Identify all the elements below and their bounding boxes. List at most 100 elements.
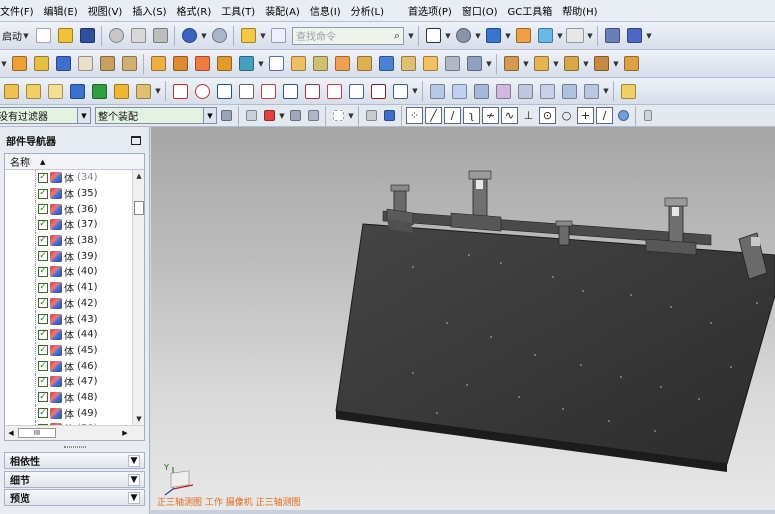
- chevron-down-icon[interactable]: ▼: [128, 491, 140, 504]
- menu-format[interactable]: 格式(R): [172, 3, 217, 18]
- visibility-checkbox[interactable]: ✓: [38, 298, 48, 309]
- chevron-down-icon[interactable]: ▼: [259, 26, 267, 46]
- offset-curve-icon[interactable]: [258, 81, 278, 101]
- chevron-down-icon[interactable]: ▼: [128, 473, 140, 486]
- snap-wave-icon[interactable]: ∿: [501, 107, 518, 124]
- navigator-tree[interactable]: 名称 ▲ ✓ 体 (34) ✓ 体 (35) ✓ 体 (36) ✓ 体 (37) ✓ 体 (38) ✓ 体 (39…: [4, 153, 145, 441]
- menu-preferences[interactable]: 首选项(P): [403, 3, 457, 18]
- snap-curve-icon[interactable]: ʅ: [463, 107, 480, 124]
- snap-line-icon[interactable]: ╱: [425, 107, 442, 124]
- extrude-icon[interactable]: [9, 54, 29, 74]
- chevron-down-icon[interactable]: ▼: [444, 26, 452, 46]
- ruled-icon[interactable]: [471, 81, 491, 101]
- arc-icon[interactable]: [192, 81, 212, 101]
- visibility-checkbox[interactable]: ✓: [38, 329, 48, 340]
- split-body-icon[interactable]: [442, 54, 462, 74]
- intersection-curve-icon[interactable]: [302, 81, 322, 101]
- snap-intersection-icon[interactable]: ≁: [482, 107, 499, 124]
- move-component-icon[interactable]: [111, 81, 131, 101]
- scroll-left-icon[interactable]: ◀: [5, 426, 17, 440]
- visibility-checkbox[interactable]: ✓: [38, 235, 48, 246]
- chevron-down-icon[interactable]: ▼: [77, 108, 90, 123]
- sketch-icon[interactable]: [1, 81, 21, 101]
- feature-intent-icon[interactable]: [243, 106, 259, 126]
- unite-icon[interactable]: [214, 54, 234, 74]
- tree-row[interactable]: ✓ 体 (42): [5, 295, 133, 312]
- shell-icon[interactable]: [310, 54, 330, 74]
- visibility-checkbox[interactable]: ✓: [38, 219, 48, 230]
- visibility-checkbox[interactable]: ✓: [38, 172, 48, 183]
- visibility-checkbox[interactable]: ✓: [38, 251, 48, 262]
- info-window-icon[interactable]: [268, 26, 288, 46]
- color-filter-icon[interactable]: [261, 106, 277, 126]
- background-color-icon[interactable]: [565, 26, 585, 46]
- clamp-2[interactable]: [450, 170, 502, 232]
- snap-tangent-icon[interactable]: ∕: [444, 107, 461, 124]
- tree-row[interactable]: ✓ 体 (40): [5, 264, 133, 280]
- copy-icon[interactable]: [128, 26, 148, 46]
- tree-row[interactable]: ✓ 体 (34): [5, 170, 133, 186]
- visibility-checkbox[interactable]: ✓: [38, 314, 48, 325]
- panel-splitter[interactable]: [4, 444, 145, 450]
- tree-row[interactable]: ✓ 体 (43): [5, 311, 133, 327]
- visibility-checkbox[interactable]: ✓: [38, 266, 48, 277]
- face-blend-icon[interactable]: [537, 81, 557, 101]
- chevron-down-icon[interactable]: ▼: [128, 454, 140, 467]
- visibility-checkbox[interactable]: ✓: [38, 376, 48, 387]
- scroll-right-icon[interactable]: ▶: [119, 426, 131, 440]
- rotate-view-icon[interactable]: [453, 26, 473, 46]
- chevron-down-icon[interactable]: ▼: [257, 54, 265, 74]
- snap-quadrant-icon[interactable]: ○: [558, 107, 575, 124]
- menu-edit[interactable]: 编辑(E): [39, 3, 83, 18]
- section-preview[interactable]: 预览 ▼: [4, 489, 145, 506]
- chevron-down-icon[interactable]: ▼: [278, 106, 286, 126]
- type-filter-select[interactable]: 没有过滤器 ▼: [0, 107, 91, 124]
- view-orient-icon[interactable]: [535, 26, 555, 46]
- menu-gc-toolbox[interactable]: GC工具箱: [503, 3, 558, 18]
- select-body-icon[interactable]: [381, 106, 397, 126]
- horizontal-scrollbar[interactable]: ◀ III ▶: [5, 425, 144, 440]
- tree-row[interactable]: ✓ 体 (39): [5, 248, 133, 265]
- restore-icon[interactable]: [131, 135, 141, 145]
- bridge-curve-icon[interactable]: [324, 81, 344, 101]
- clamp-4[interactable]: [645, 197, 697, 256]
- chevron-down-icon[interactable]: ▼: [504, 26, 512, 46]
- tree-row[interactable]: ✓ 体 (48): [5, 389, 133, 406]
- wcs-icon[interactable]: [624, 26, 644, 46]
- scroll-down-icon[interactable]: ▼: [133, 413, 144, 425]
- undo-icon[interactable]: [179, 26, 199, 46]
- chevron-down-icon[interactable]: ▼: [586, 26, 594, 46]
- exploded-view-icon[interactable]: [133, 81, 153, 101]
- move-face-icon[interactable]: [531, 54, 551, 74]
- cut-icon[interactable]: [106, 26, 126, 46]
- tree-row[interactable]: ✓ 体 (49): [5, 405, 133, 421]
- chevron-down-icon[interactable]: ▼: [582, 54, 590, 74]
- show-hide-icon[interactable]: [363, 106, 379, 126]
- note-icon[interactable]: [45, 81, 65, 101]
- section-dependencies[interactable]: 相依性 ▼: [4, 452, 145, 469]
- selection-scope-select[interactable]: 整个装配 ▼: [95, 107, 217, 124]
- chevron-down-icon[interactable]: ▼: [200, 26, 208, 46]
- snap-center-icon[interactable]: ⊙: [539, 107, 556, 124]
- pocket-icon[interactable]: [119, 54, 139, 74]
- chevron-down-icon[interactable]: ▼: [154, 81, 162, 101]
- mirror-icon[interactable]: [170, 54, 190, 74]
- spline-icon[interactable]: [214, 81, 234, 101]
- n-sided-surface-icon[interactable]: [493, 81, 513, 101]
- scroll-thumb[interactable]: [134, 201, 144, 215]
- chevron-down-icon[interactable]: ▼: [203, 108, 216, 123]
- chevron-down-icon[interactable]: ▼: [22, 26, 30, 46]
- chevron-down-icon[interactable]: ▼: [347, 106, 355, 126]
- resize-face-icon[interactable]: [621, 54, 641, 74]
- column-header-name[interactable]: 名称 ▲: [5, 154, 144, 170]
- trim-body-icon[interactable]: [236, 54, 256, 74]
- visibility-checkbox[interactable]: ✓: [38, 408, 48, 419]
- replace-face-icon[interactable]: [561, 54, 581, 74]
- menu-view[interactable]: 视图(V): [83, 3, 128, 18]
- sew-icon[interactable]: [559, 81, 579, 101]
- visibility-checkbox[interactable]: ✓: [38, 282, 48, 293]
- section-view-icon[interactable]: [602, 26, 622, 46]
- redo-icon[interactable]: [209, 26, 229, 46]
- tree-row[interactable]: ✓ 体 (35): [5, 185, 133, 202]
- trim-sheet-icon[interactable]: [581, 81, 601, 101]
